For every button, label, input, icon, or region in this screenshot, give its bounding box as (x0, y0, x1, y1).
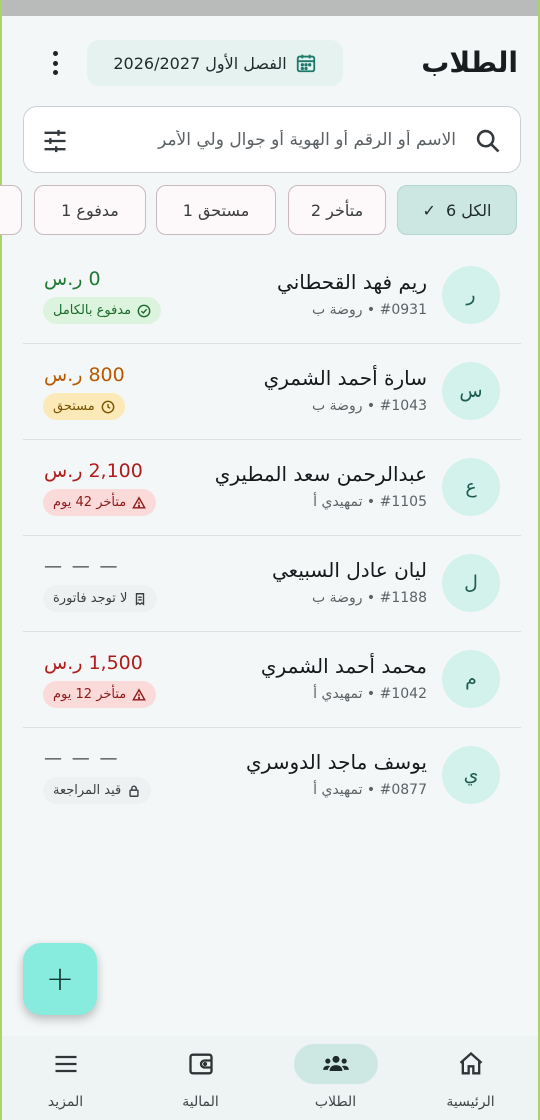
student-row[interactable]: ر ريم فهد القحطاني #0931 • روضة ب 0 ر.س … (23, 248, 521, 344)
home-icon (459, 1051, 482, 1075)
filter-chip-paid[interactable]: مدفوع 1 (34, 185, 146, 235)
status-badge: قيد المراجعة (43, 777, 152, 804)
avatar: ل (442, 554, 500, 612)
wallet-icon (188, 1053, 213, 1075)
nav-label: الرئيسية (446, 1094, 495, 1110)
student-meta: #1105 • تمهيدي أ (313, 494, 427, 510)
status-badge: متأخر 42 يوم (43, 489, 157, 516)
nav-item-finance[interactable]: المالية (133, 1036, 268, 1120)
balance-amount: 0 ر.س (44, 268, 101, 290)
filter-chips: الكل 6 ✓ متأخر 2 مستحق 1 مدفوع 1 (0, 185, 538, 237)
warning-icon (132, 687, 147, 701)
student-name: ليان عادل السبيعي (272, 558, 427, 582)
bottom-navigation: الرئيسية الطلاب المالية المزيد (2, 1036, 538, 1120)
chip-label: مدفوع 1 (61, 200, 119, 220)
status-badge: متأخر 12 يوم (43, 681, 157, 708)
balance-amount: 2,100 ر.س (44, 460, 143, 482)
chip-label: الكل 6 (445, 200, 492, 220)
status-badge: مستحق (43, 393, 125, 420)
search-bar (23, 106, 521, 173)
student-name: عبدالرحمن سعد المطيري (214, 462, 427, 486)
check-icon: ✓ (422, 200, 436, 220)
receipt-icon (136, 592, 145, 606)
balance-amount: — — — (44, 748, 120, 769)
chip-label: مستحق 1 (182, 200, 250, 220)
avatar: ي (442, 746, 500, 804)
app-header: الطلاب الفصل الأول 2026/2027 (2, 38, 538, 88)
clock-icon (101, 400, 115, 413)
filter-chip-overflow[interactable] (0, 185, 22, 235)
status-badge: مدفوع بالكامل (43, 297, 162, 324)
nav-label: المزيد (47, 1094, 84, 1110)
lock-icon (129, 785, 139, 797)
nav-item-home[interactable]: الرئيسية (403, 1036, 538, 1120)
status-badge: لا توجد فاتورة (43, 585, 158, 612)
balance-amount: — — — (44, 556, 120, 577)
nav-item-students[interactable]: الطلاب (268, 1036, 403, 1120)
search-input[interactable] (114, 125, 456, 155)
status-bar (2, 0, 538, 16)
student-list: ر ريم فهد القحطاني #0931 • روضة ب 0 ر.س … (23, 248, 521, 824)
student-name: محمد أحمد الشمري (260, 654, 427, 678)
term-selector[interactable]: الفصل الأول 2026/2027 (87, 40, 343, 86)
balance-amount: 1,500 ر.س (44, 652, 143, 674)
student-name: سارة أحمد الشمري (263, 366, 427, 390)
student-meta: #1042 • تمهيدي أ (313, 686, 427, 702)
avatar: ع (442, 458, 500, 516)
filter-chip-all[interactable]: الكل 6 ✓ (397, 185, 517, 235)
student-row[interactable]: ي يوسف ماجد الدوسري #0877 • تمهيدي أ — —… (23, 728, 521, 824)
nav-label: الطلاب (314, 1094, 357, 1110)
menu-icon (55, 1055, 76, 1073)
term-label: الفصل الأول 2026/2027 (113, 53, 287, 73)
student-meta: #0931 • روضة ب (311, 302, 427, 318)
more-options-icon[interactable] (42, 49, 68, 77)
calendar-icon (296, 54, 315, 73)
warning-icon (132, 495, 147, 509)
check-circle-icon (137, 304, 151, 317)
student-meta: #1043 • روضة ب (311, 398, 427, 414)
student-meta: #1188 • روضة ب (311, 590, 427, 606)
avatar: ر (442, 266, 500, 324)
chip-label: متأخر 2 (310, 200, 364, 220)
people-icon (322, 1055, 349, 1071)
student-name: يوسف ماجد الدوسري (246, 750, 427, 774)
filter-chip-late[interactable]: متأخر 2 (288, 185, 386, 235)
student-name: ريم فهد القحطاني (277, 270, 427, 294)
student-row[interactable]: م محمد أحمد الشمري #1042 • تمهيدي أ 1,50… (23, 632, 521, 728)
student-row[interactable]: ع عبدالرحمن سعد المطيري #1105 • تمهيدي أ… (23, 440, 521, 536)
student-row[interactable]: ل ليان عادل السبيعي #1188 • روضة ب — — —… (23, 536, 521, 632)
student-row[interactable]: س سارة أحمد الشمري #1043 • روضة ب 800 ر.… (23, 344, 521, 440)
nav-item-more[interactable]: المزيد (0, 1036, 133, 1120)
balance-amount: 800 ر.س (44, 364, 125, 386)
student-meta: #0877 • تمهيدي أ (313, 782, 427, 798)
nav-label: المالية (182, 1094, 219, 1110)
avatar: م (442, 650, 500, 708)
avatar: س (442, 362, 500, 420)
filter-chip-due[interactable]: مستحق 1 (156, 185, 276, 235)
add-student-button[interactable]: + (23, 943, 97, 1015)
page-title: الطلاب (421, 46, 518, 79)
filter-sliders-icon[interactable] (40, 127, 70, 155)
search-icon[interactable] (474, 127, 502, 155)
